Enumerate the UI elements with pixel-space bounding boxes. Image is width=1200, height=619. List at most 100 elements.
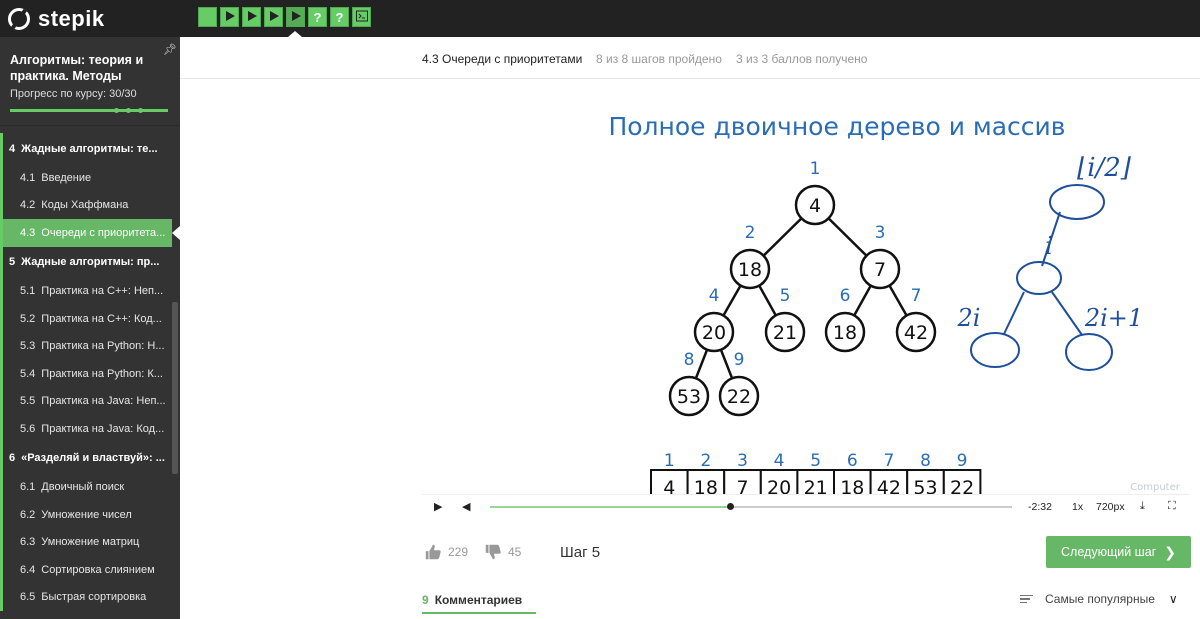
tree-node: 20 4 xyxy=(693,286,735,353)
video-player[interactable]: Полное двоичное дерево и массив 4 1 18 2 7 3 2… xyxy=(422,80,1190,516)
tree-node-value: 18 xyxy=(833,322,857,344)
lesson-header: 4.3 Очереди с приоритетами 8 из 8 шагов … xyxy=(180,37,1200,79)
sidebar-divider xyxy=(0,125,180,126)
step-footer: 229 45 Шаг 5 Следующий шаг ❯ xyxy=(422,533,1191,573)
sidebar-item-label: Очереди с приоритета... xyxy=(41,226,166,239)
sidebar-module-6[interactable]: 6 «Разделяй и властвуй»: ... xyxy=(0,442,172,474)
comments-sort-select[interactable]: Самые популярные ∨ xyxy=(1020,592,1178,606)
hand-left-child xyxy=(970,332,1020,368)
tree-node-index: 7 xyxy=(911,286,922,306)
sidebar-lesson-6-2[interactable]: 6.2 Умножение чисел xyxy=(0,501,172,529)
fullscreen-icon[interactable]: ⛶ xyxy=(1168,500,1176,513)
hand-edges xyxy=(1003,211,1083,336)
stepik-logo[interactable]: stepik xyxy=(8,6,105,32)
tree-node-value: 22 xyxy=(727,386,751,408)
tree-node-value: 21 xyxy=(773,322,797,344)
like-button[interactable]: 229 xyxy=(424,543,468,561)
volume-icon[interactable]: ◀ xyxy=(462,500,470,513)
time-remaining: -2:32 xyxy=(1028,501,1052,513)
play-icon xyxy=(246,10,258,25)
sidebar-lesson-5-4[interactable]: 5.4 Практика на Python: К... xyxy=(0,360,172,388)
seek-bar-played xyxy=(490,506,731,508)
sidebar-item-label: Коды Хаффмана xyxy=(41,199,129,212)
play-icon[interactable]: ▶ xyxy=(434,500,442,513)
play-icon xyxy=(224,10,236,25)
step-button-2[interactable] xyxy=(220,7,239,27)
sidebar-item-number: 4.1 xyxy=(20,171,36,184)
sidebar-scrollbar[interactable] xyxy=(172,302,178,474)
step-button-8[interactable] xyxy=(352,7,371,27)
sidebar-lesson-6-5[interactable]: 6.5 Быстрая сортировка xyxy=(0,583,172,611)
sidebar-item-number: 6.4 xyxy=(20,563,36,576)
stepik-logo-icon xyxy=(8,8,30,30)
slide-title: Полное двоичное дерево и массив xyxy=(608,112,1065,141)
array-index: 5 xyxy=(810,451,821,471)
video-quality[interactable]: 720px xyxy=(1096,501,1125,513)
play-icon xyxy=(290,10,302,25)
sidebar-lesson-5-1[interactable]: 5.1 Практика на C++: Неп... xyxy=(0,277,172,305)
comments-tab[interactable]: 9 Комментариев xyxy=(422,588,536,614)
tree-node-index: 6 xyxy=(840,286,851,306)
hand-node-label: i xyxy=(1045,232,1053,260)
sidebar-item-label: Жадные алгоритмы: те... xyxy=(21,142,158,155)
play-icon xyxy=(268,10,280,25)
sidebar-item-number: 5.3 xyxy=(20,340,36,353)
tree-nodes: 4118273204215186427538229 xyxy=(668,159,937,417)
sidebar-lesson-6-1[interactable]: 6.1 Двоичный поиск xyxy=(0,473,172,501)
array-index: 1 xyxy=(664,451,675,471)
sidebar-lesson-6-4[interactable]: 6.4 Сортировка слиянием xyxy=(0,556,172,584)
sidebar-lesson-4-3[interactable]: 4.3 Очереди с приоритета... xyxy=(0,219,180,247)
sidebar-lesson-6-3[interactable]: 6.3 Умножение матриц xyxy=(0,528,172,556)
sidebar-item-label: Практика на Java: Код... xyxy=(41,422,165,435)
playback-speed[interactable]: 1x xyxy=(1072,501,1083,513)
step-button-1[interactable] xyxy=(198,7,217,27)
sidebar-item-number: 4 xyxy=(9,142,16,155)
sidebar-item-label: Практика на C++: Код... xyxy=(41,312,162,325)
tree-node-value: 4 xyxy=(809,195,821,217)
sidebar-item-number: 5.4 xyxy=(20,367,36,380)
seek-bar[interactable] xyxy=(490,503,1012,510)
seek-handle[interactable] xyxy=(727,503,735,510)
sidebar-lesson-5-5[interactable]: 5.5 Практика на Java: Неп... xyxy=(0,387,172,415)
lesson-list: 4 Жадные алгоритмы: те... 4.1 Введение 4.2 Ко… xyxy=(0,133,180,611)
sidebar-lesson-4-2[interactable]: 4.2 Коды Хаффмана xyxy=(0,191,172,219)
next-step-label: Следующий шаг xyxy=(1061,545,1157,559)
step-button-5[interactable] xyxy=(286,7,305,27)
sidebar-module-4[interactable]: 4 Жадные алгоритмы: те... xyxy=(0,133,172,164)
sidebar-lesson-5-6[interactable]: 5.6 Практика на Java: Код... xyxy=(0,415,172,443)
array-index: 2 xyxy=(700,451,711,471)
sidebar-item-number: 6.3 xyxy=(20,536,36,549)
tree-node: 42 7 xyxy=(895,286,937,353)
progress-marker xyxy=(138,108,143,113)
dislike-button[interactable]: 45 xyxy=(484,543,521,561)
video-slide: Полное двоичное дерево и массив 4 1 18 2 7 3 2… xyxy=(608,112,1181,511)
step-button-4[interactable] xyxy=(264,7,283,27)
tree-node-index: 8 xyxy=(684,350,695,370)
next-step-button[interactable]: Следующий шаг ❯ xyxy=(1046,536,1191,568)
progress-marker xyxy=(114,108,119,113)
tree-node-value: 42 xyxy=(904,322,928,344)
sidebar-item-label: Практика на Python: Н... xyxy=(41,340,165,353)
top-bar: stepik ?? xyxy=(0,0,1200,37)
course-sidebar: 📌︎ Алгоритмы: теория и практика. Методы … xyxy=(0,37,180,619)
step-button-6[interactable]: ? xyxy=(308,7,327,27)
watermark: Computer xyxy=(1130,482,1181,493)
step-button-3[interactable] xyxy=(242,7,261,27)
step-button-7[interactable]: ? xyxy=(330,7,349,27)
sort-label: Самые популярные xyxy=(1045,592,1155,606)
pin-icon[interactable]: 📌︎ xyxy=(163,43,177,56)
tree-node-index: 3 xyxy=(875,223,886,243)
sidebar-item-number: 5.6 xyxy=(20,422,36,435)
course-title[interactable]: Алгоритмы: теория и практика. Методы xyxy=(10,52,160,84)
download-icon[interactable]: ⤓ xyxy=(1140,500,1145,513)
sidebar-item-number: 4.2 xyxy=(20,199,36,212)
sidebar-item-label: Жадные алгоритмы: пр... xyxy=(21,256,160,268)
sidebar-item-label: «Разделяй и властвуй»: ... xyxy=(21,452,165,464)
hand-current-node xyxy=(1016,261,1062,295)
array-index: 4 xyxy=(774,451,785,471)
sidebar-lesson-5-3[interactable]: 5.3 Практика на Python: Н... xyxy=(0,332,172,360)
sidebar-lesson-4-1[interactable]: 4.1 Введение xyxy=(0,164,172,192)
sidebar-module-5[interactable]: 5 Жадные алгоритмы: пр... xyxy=(0,246,172,278)
sidebar-item-label: Умножение чисел xyxy=(41,508,132,521)
sidebar-lesson-5-2[interactable]: 5.2 Практика на C++: Код... xyxy=(0,305,172,333)
